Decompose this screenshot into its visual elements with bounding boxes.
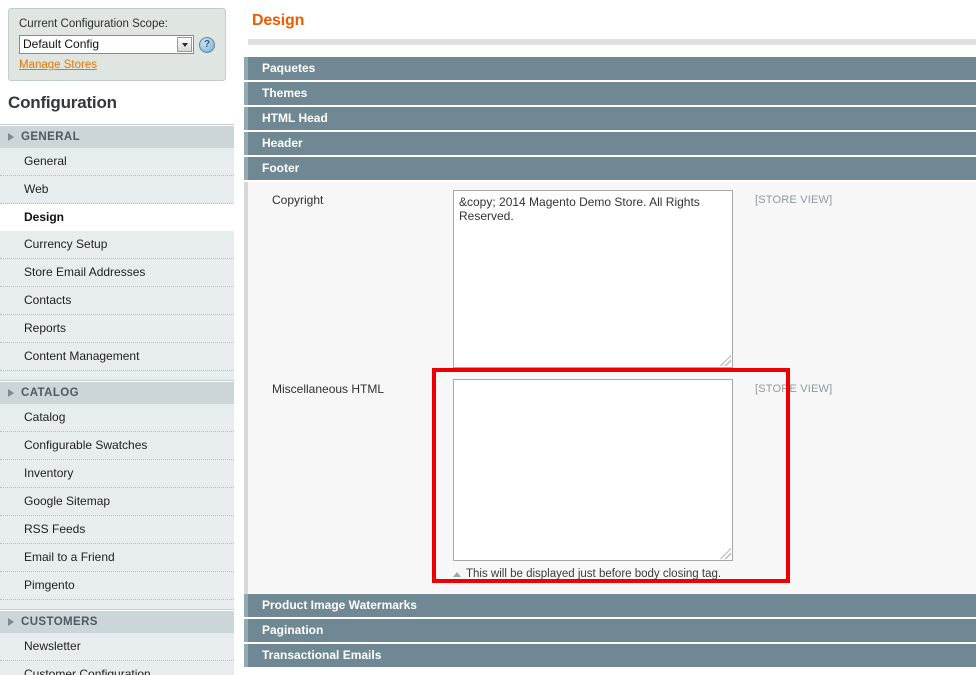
- nav-group-label: CATALOG: [21, 387, 79, 399]
- sidebar-item-google-sitemap[interactable]: Google Sitemap: [0, 488, 234, 516]
- section-bar-footer[interactable]: Footer: [244, 157, 976, 180]
- page-heading-configuration: Configuration: [8, 93, 117, 112]
- sidebar-item-newsletter[interactable]: Newsletter: [0, 633, 234, 661]
- design-accordion: Paquetes Themes HTML Head Header Footer Copyr…: [244, 57, 976, 667]
- field-control-miscellaneous-html: This will be displayed just before body …: [453, 379, 733, 580]
- nav-group-general: GENERAL General Web Design Currency Setup Sto…: [0, 125, 234, 381]
- sidebar-item-customer-configuration[interactable]: Customer Configuration: [0, 661, 234, 675]
- triangle-up-icon: [453, 571, 461, 577]
- sidebar-item-rss-feeds[interactable]: RSS Feeds: [0, 516, 234, 544]
- help-icon[interactable]: ?: [199, 36, 215, 53]
- field-row-miscellaneous-html: Miscellaneous HTML This will be displayed…: [248, 371, 976, 580]
- nav-item-list: NewsletterCustomer ConfigurationWishlist: [0, 633, 234, 675]
- chevron-right-icon: [8, 389, 14, 397]
- sidebar-item-contacts[interactable]: Contacts: [0, 287, 234, 315]
- textarea-miscellaneous-html[interactable]: [453, 379, 733, 561]
- sidebar-item-store-email-addresses[interactable]: Store Email Addresses: [0, 259, 234, 287]
- nav-item-list: General Web Design Currency Setup Store Emai…: [0, 148, 234, 380]
- magento-admin-configuration-page: Current Configuration Scope: Default Con…: [0, 0, 976, 675]
- field-control-copyright: [453, 190, 733, 371]
- chevron-right-icon: [8, 618, 14, 626]
- scope-select-value: Default Config: [23, 37, 100, 51]
- main-content: Design Paquetes Themes HTML Head Header Foot…: [244, 0, 976, 675]
- sidebar-item-design[interactable]: Design: [0, 204, 234, 231]
- section-bar-themes[interactable]: Themes: [244, 82, 976, 105]
- field-label-copyright: Copyright: [272, 193, 324, 207]
- scope-tag-miscellaneous-html: [STORE VIEW]: [755, 383, 833, 395]
- field-row-copyright: Copyright [STORE VIEW]: [248, 182, 976, 371]
- textarea-wrap-copyright: [453, 190, 733, 368]
- nav-group-header-catalog[interactable]: CATALOG: [0, 381, 234, 404]
- chevron-right-icon: [8, 133, 14, 141]
- sidebar-item-web[interactable]: Web: [0, 176, 234, 204]
- scope-row: Default Config ?: [19, 35, 215, 54]
- nav-group-catalog: CATALOG Catalog Configurable Swatches Inven…: [0, 381, 234, 610]
- nav-item-list: Catalog Configurable Swatches Inventory Goo…: [0, 404, 234, 609]
- configuration-scope-panel: Current Configuration Scope: Default Con…: [8, 8, 226, 81]
- field-label-miscellaneous-html: Miscellaneous HTML: [272, 382, 385, 396]
- sidebar-item-pimgento[interactable]: Pimgento: [0, 572, 234, 600]
- sidebar-item-reports[interactable]: Reports: [0, 315, 234, 343]
- nav-group-label: GENERAL: [21, 131, 81, 143]
- textarea-wrap-miscellaneous-html: [453, 379, 733, 561]
- sidebar-item-catalog[interactable]: Catalog: [0, 404, 234, 432]
- section-bar-paquetes[interactable]: Paquetes: [244, 57, 976, 80]
- scope-label: Current Configuration Scope:: [19, 18, 168, 30]
- chevron-down-icon[interactable]: [177, 37, 192, 52]
- textarea-copyright[interactable]: [453, 190, 733, 368]
- section-body-padding: [248, 580, 976, 594]
- section-bar-html-head[interactable]: HTML Head: [244, 107, 976, 130]
- nav-group-header-customers[interactable]: CUSTOMERS: [0, 610, 234, 633]
- section-bar-transactional-emails[interactable]: Transactional Emails: [244, 644, 976, 667]
- footer-section-body: Copyright [STORE VIEW] Miscellaneous HTML T…: [244, 182, 976, 594]
- section-bar-product-image-watermarks[interactable]: Product Image Watermarks: [244, 594, 976, 617]
- section-bar-header[interactable]: Header: [244, 132, 976, 155]
- configuration-title-wrap: Configuration: [0, 93, 234, 125]
- title-divider: [248, 39, 976, 45]
- scope-tag-copyright: [STORE VIEW]: [755, 194, 833, 206]
- nav-list-spacer: [0, 371, 234, 380]
- sidebar-item-content-management[interactable]: Content Management: [0, 343, 234, 371]
- field-hint-miscellaneous-html: This will be displayed just before body …: [453, 564, 733, 580]
- scope-select[interactable]: Default Config: [19, 35, 194, 54]
- sidebar-item-currency-setup[interactable]: Currency Setup: [0, 231, 234, 259]
- nav-list-spacer: [0, 600, 234, 609]
- page-title: Design: [252, 12, 305, 29]
- nav-group-header-general[interactable]: GENERAL: [0, 125, 234, 148]
- configuration-nav: GENERAL General Web Design Currency Setup Sto…: [0, 125, 234, 675]
- sidebar-item-inventory[interactable]: Inventory: [0, 460, 234, 488]
- sidebar-item-email-to-a-friend[interactable]: Email to a Friend: [0, 544, 234, 572]
- sidebar-item-general[interactable]: General: [0, 148, 234, 176]
- sidebar-item-configurable-swatches[interactable]: Configurable Swatches: [0, 432, 234, 460]
- field-hint-text: This will be displayed just before body …: [466, 568, 722, 580]
- manage-stores-link[interactable]: Manage Stores: [19, 59, 97, 71]
- nav-group-label: CUSTOMERS: [21, 616, 98, 628]
- left-sidebar: Current Configuration Scope: Default Con…: [0, 0, 234, 675]
- nav-group-customers: CUSTOMERS Newsletter Customer Configuratio…: [0, 610, 234, 675]
- section-bar-pagination[interactable]: Pagination: [244, 619, 976, 642]
